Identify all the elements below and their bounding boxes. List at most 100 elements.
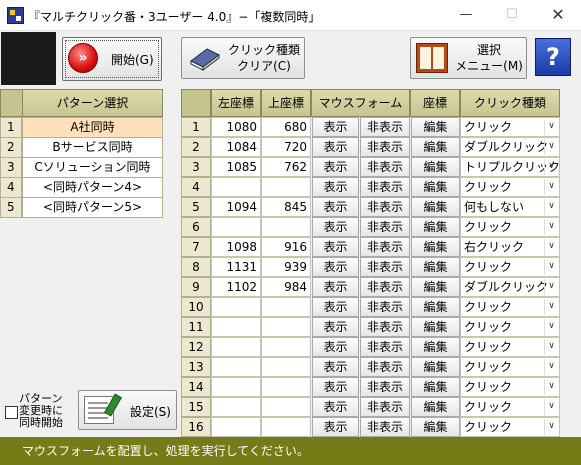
show-form-button[interactable]: 表示 xyxy=(312,337,359,357)
pattern-item[interactable]: Cソリューション同時 xyxy=(22,157,163,178)
show-form-button[interactable]: 表示 xyxy=(312,177,359,197)
edit-coord-button[interactable]: 編集 xyxy=(411,397,460,417)
select-menu-button[interactable]: 選択 メニュー(M) xyxy=(410,37,527,79)
edit-coord-button[interactable]: 編集 xyxy=(411,217,460,237)
chevron-down-icon[interactable]: ∨ xyxy=(544,359,558,375)
chevron-down-icon[interactable]: ∨ xyxy=(544,279,558,295)
left-coord-cell[interactable] xyxy=(211,297,261,317)
chevron-down-icon[interactable]: ∨ xyxy=(544,159,558,175)
chevron-down-icon[interactable]: ∨ xyxy=(544,319,558,335)
click-type-select[interactable]: クリック ∨ xyxy=(460,177,560,197)
show-form-button[interactable]: 表示 xyxy=(312,197,359,217)
chevron-down-icon[interactable]: ∨ xyxy=(544,139,558,155)
show-form-button[interactable]: 表示 xyxy=(312,357,359,377)
hide-form-button[interactable]: 非表示 xyxy=(360,197,410,217)
edit-coord-button[interactable]: 編集 xyxy=(411,417,460,437)
click-type-select[interactable]: クリック ∨ xyxy=(460,317,560,337)
edit-coord-button[interactable]: 編集 xyxy=(411,117,460,137)
chevron-down-icon[interactable]: ∨ xyxy=(544,239,558,255)
left-coord-cell[interactable] xyxy=(211,377,261,397)
maximize-button[interactable]: ☐ xyxy=(489,0,535,31)
top-coord-cell[interactable] xyxy=(261,177,311,197)
chevron-down-icon[interactable]: ∨ xyxy=(544,179,558,195)
top-coord-cell[interactable] xyxy=(261,397,311,417)
edit-coord-button[interactable]: 編集 xyxy=(411,157,460,177)
hide-form-button[interactable]: 非表示 xyxy=(360,137,410,157)
left-coord-cell[interactable] xyxy=(211,217,261,237)
hide-form-button[interactable]: 非表示 xyxy=(360,377,410,397)
top-coord-cell[interactable] xyxy=(261,217,311,237)
left-coord-cell[interactable] xyxy=(211,397,261,417)
top-coord-cell[interactable] xyxy=(261,357,311,377)
click-type-select[interactable]: クリック ∨ xyxy=(460,297,560,317)
start-on-pattern-change-checkbox[interactable] xyxy=(5,406,18,419)
hide-form-button[interactable]: 非表示 xyxy=(360,357,410,377)
top-coord-cell[interactable] xyxy=(261,417,311,437)
edit-coord-button[interactable]: 編集 xyxy=(411,377,460,397)
left-coord-cell[interactable] xyxy=(211,177,261,197)
edit-coord-button[interactable]: 編集 xyxy=(411,277,460,297)
edit-coord-button[interactable]: 編集 xyxy=(411,137,460,157)
click-type-select[interactable]: ダブルクリック ∨ xyxy=(460,277,560,297)
left-coord-cell[interactable]: 1085 xyxy=(211,157,261,177)
show-form-button[interactable]: 表示 xyxy=(312,397,359,417)
top-coord-cell[interactable]: 984 xyxy=(261,277,311,297)
top-coord-cell[interactable]: 762 xyxy=(261,157,311,177)
left-coord-cell[interactable]: 1094 xyxy=(211,197,261,217)
left-coord-cell[interactable] xyxy=(211,357,261,377)
click-type-select[interactable]: クリック ∨ xyxy=(460,257,560,277)
show-form-button[interactable]: 表示 xyxy=(312,317,359,337)
click-type-select[interactable]: クリック ∨ xyxy=(460,337,560,357)
minimize-button[interactable]: — xyxy=(443,0,489,31)
hide-form-button[interactable]: 非表示 xyxy=(360,177,410,197)
hide-form-button[interactable]: 非表示 xyxy=(360,257,410,277)
left-coord-cell[interactable]: 1102 xyxy=(211,277,261,297)
edit-coord-button[interactable]: 編集 xyxy=(411,237,460,257)
top-coord-cell[interactable] xyxy=(261,297,311,317)
chevron-down-icon[interactable]: ∨ xyxy=(544,219,558,235)
hide-form-button[interactable]: 非表示 xyxy=(360,217,410,237)
settings-button[interactable]: 設定(S) xyxy=(78,390,177,430)
chevron-down-icon[interactable]: ∨ xyxy=(544,259,558,275)
edit-coord-button[interactable]: 編集 xyxy=(411,297,460,317)
hide-form-button[interactable]: 非表示 xyxy=(360,397,410,417)
show-form-button[interactable]: 表示 xyxy=(312,157,359,177)
top-coord-cell[interactable]: 720 xyxy=(261,137,311,157)
top-coord-cell[interactable] xyxy=(261,377,311,397)
pattern-item[interactable]: A社同時 xyxy=(22,117,163,138)
left-coord-cell[interactable] xyxy=(211,317,261,337)
show-form-button[interactable]: 表示 xyxy=(312,237,359,257)
top-coord-cell[interactable]: 939 xyxy=(261,257,311,277)
hide-form-button[interactable]: 非表示 xyxy=(360,317,410,337)
show-form-button[interactable]: 表示 xyxy=(312,117,359,137)
show-form-button[interactable]: 表示 xyxy=(312,137,359,157)
show-form-button[interactable]: 表示 xyxy=(312,417,359,437)
click-type-select[interactable]: トリプルクリック ∨ xyxy=(460,157,560,177)
edit-coord-button[interactable]: 編集 xyxy=(411,197,460,217)
chevron-down-icon[interactable]: ∨ xyxy=(544,419,558,435)
chevron-down-icon[interactable]: ∨ xyxy=(544,119,558,135)
chevron-down-icon[interactable]: ∨ xyxy=(544,399,558,415)
edit-coord-button[interactable]: 編集 xyxy=(411,177,460,197)
top-coord-cell[interactable]: 845 xyxy=(261,197,311,217)
click-type-select[interactable]: ダブルクリック ∨ xyxy=(460,137,560,157)
edit-coord-button[interactable]: 編集 xyxy=(411,357,460,377)
left-coord-cell[interactable]: 1131 xyxy=(211,257,261,277)
click-type-select[interactable]: 何もしない ∨ xyxy=(460,197,560,217)
hide-form-button[interactable]: 非表示 xyxy=(360,417,410,437)
click-type-select[interactable]: クリック ∨ xyxy=(460,397,560,417)
click-type-select[interactable]: クリック ∨ xyxy=(460,357,560,377)
hide-form-button[interactable]: 非表示 xyxy=(360,237,410,257)
show-form-button[interactable]: 表示 xyxy=(312,277,359,297)
show-form-button[interactable]: 表示 xyxy=(312,377,359,397)
clear-click-type-button[interactable]: クリック種類 クリア(C) xyxy=(181,37,305,79)
pattern-item[interactable]: Bサービス同時 xyxy=(22,137,163,158)
help-icon[interactable]: ? xyxy=(535,38,571,76)
hide-form-button[interactable]: 非表示 xyxy=(360,297,410,317)
click-type-select[interactable]: クリック ∨ xyxy=(460,417,560,437)
show-form-button[interactable]: 表示 xyxy=(312,217,359,237)
chevron-down-icon[interactable]: ∨ xyxy=(544,379,558,395)
top-coord-cell[interactable]: 916 xyxy=(261,237,311,257)
pattern-item[interactable]: <同時パターン4> xyxy=(22,177,163,198)
show-form-button[interactable]: 表示 xyxy=(312,257,359,277)
